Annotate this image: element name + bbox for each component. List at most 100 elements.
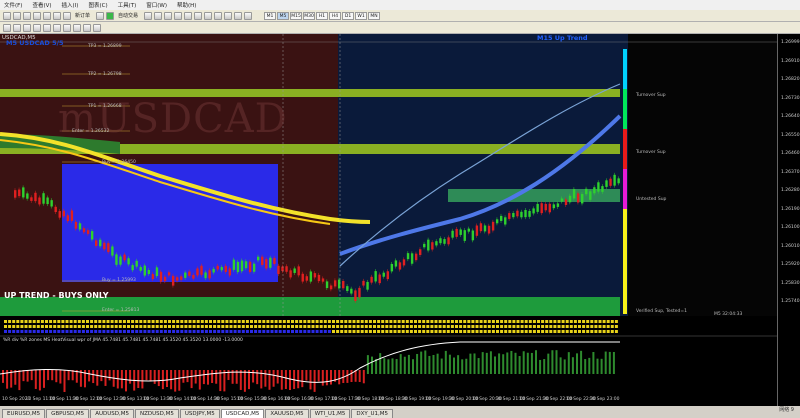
dot-marker: [602, 330, 606, 333]
zoom-in-icon[interactable]: [174, 11, 183, 20]
dot-marker: [340, 325, 344, 328]
vertical-line-icon[interactable]: [23, 23, 31, 32]
chart-tab[interactable]: USDCAD,M5: [220, 409, 265, 418]
timeframe-button[interactable]: D1: [342, 11, 355, 20]
candle: [394, 260, 398, 267]
histogram-bar: [215, 370, 218, 384]
chart-tab[interactable]: WTI_U1,M5: [309, 409, 351, 418]
candle: [281, 266, 284, 271]
chart-tab[interactable]: XAUUSD,M5: [265, 409, 309, 418]
dot-marker: [28, 330, 32, 333]
dot-marker: [278, 320, 282, 323]
metaeditor-icon[interactable]: [96, 11, 105, 20]
arrow-tool-icon[interactable]: [93, 23, 101, 32]
candlestick-icon[interactable]: [154, 11, 163, 20]
candle: [516, 210, 519, 217]
price-tick-label: 1.25920: [781, 262, 800, 267]
terminal-icon[interactable]: [43, 11, 51, 20]
dot-marker: [561, 325, 565, 328]
dot-marker: [442, 325, 446, 328]
menu-item[interactable]: 图表(C): [88, 1, 107, 9]
histogram-bar: [153, 370, 156, 384]
dot-marker: [45, 330, 48, 333]
profiles-icon[interactable]: [13, 11, 21, 20]
candle: [18, 189, 21, 197]
price-scale[interactable]: 1.26999 1.26910 1.26820 1.26730 1.26640 1.265…: [777, 34, 800, 406]
chart-tab[interactable]: DXY_U1,M5: [351, 409, 394, 418]
histogram-bar: [346, 370, 349, 383]
candle: [180, 276, 183, 280]
histogram-bar: [596, 358, 599, 374]
channel-icon[interactable]: [53, 23, 61, 32]
chart-tab[interactable]: GBPUSD,M5: [46, 409, 90, 418]
navigator-icon[interactable]: [33, 11, 41, 20]
timeframe-button[interactable]: M15: [290, 11, 303, 20]
candle: [552, 204, 556, 209]
menu-item[interactable]: 帮助(H): [177, 1, 196, 9]
timeframe-button[interactable]: M5: [277, 11, 290, 20]
histogram-bar: [256, 370, 259, 385]
menu-item[interactable]: 工具(T): [118, 1, 137, 9]
dot-marker: [381, 330, 385, 333]
dot-marker: [549, 330, 553, 333]
menu-item[interactable]: 窗口(W): [146, 1, 167, 9]
candle: [431, 242, 434, 250]
dot-marker: [16, 325, 20, 328]
chart-window[interactable]: USDCAD,M5 M5 USDCAD 5/5 mUSDCAD M15 Up T…: [0, 34, 800, 406]
label-tool-icon[interactable]: [83, 23, 91, 32]
text-tool-icon[interactable]: [73, 23, 81, 32]
dot-marker: [278, 325, 282, 328]
chart-shift-icon[interactable]: [214, 11, 223, 20]
crosshair-icon[interactable]: [13, 23, 21, 32]
zoom-out-icon[interactable]: [184, 11, 193, 20]
histogram-bar: [252, 370, 255, 383]
dot-marker: [459, 320, 463, 323]
dot-marker: [606, 320, 610, 323]
dot-marker: [102, 320, 106, 323]
menu-item[interactable]: 插入(I): [62, 1, 79, 9]
autoscroll-icon[interactable]: [204, 11, 213, 20]
chart-tab[interactable]: EURUSD,M5: [2, 409, 46, 418]
menu-item[interactable]: 查看(V): [32, 1, 51, 9]
dot-marker: [573, 330, 577, 333]
dot-marker: [286, 320, 290, 323]
price-tick-label: 1.26100: [781, 225, 800, 230]
dot-marker: [401, 325, 405, 328]
indicators-icon[interactable]: [224, 11, 233, 20]
price-chart[interactable]: [0, 34, 777, 406]
dot-marker: [532, 320, 536, 323]
timeframe-button[interactable]: M1: [264, 11, 277, 20]
new-chart-icon[interactable]: [3, 11, 11, 20]
menu-item[interactable]: 文件(F): [4, 1, 22, 9]
new-order-button[interactable]: 新订单: [75, 12, 90, 19]
auto-trade-button[interactable]: 自动交易: [118, 12, 138, 19]
dot-marker: [373, 325, 376, 328]
dot-marker: [336, 330, 340, 333]
market-watch-icon[interactable]: [23, 11, 31, 20]
timeframe-button[interactable]: H1: [316, 11, 329, 20]
bar-chart-icon[interactable]: [144, 11, 153, 20]
dot-marker: [163, 325, 167, 328]
dot-marker: [327, 320, 331, 323]
chart-tab[interactable]: USDJPY,M5: [179, 409, 220, 418]
fibonacci-icon[interactable]: [63, 23, 71, 32]
periods-icon[interactable]: [234, 11, 243, 20]
horizontal-line-icon[interactable]: [33, 23, 41, 32]
timeframe-button[interactable]: W1: [355, 11, 368, 20]
timeframe-button[interactable]: MN: [368, 11, 381, 20]
candle: [309, 271, 313, 282]
strategy-tester-icon[interactable]: [53, 11, 61, 20]
new-order-icon[interactable]: [63, 11, 71, 20]
templates-icon[interactable]: [244, 11, 253, 20]
tile-windows-icon[interactable]: [194, 11, 203, 20]
cursor-icon[interactable]: [3, 23, 11, 32]
timeframe-button[interactable]: M30: [303, 11, 316, 20]
line-chart-icon[interactable]: [164, 11, 173, 20]
chart-tab[interactable]: NZDUSD,M5: [134, 409, 179, 418]
dot-marker: [614, 325, 618, 328]
trendline-icon[interactable]: [43, 23, 51, 32]
chart-tab[interactable]: AUDUSD,M5: [90, 409, 134, 418]
histogram-bar: [30, 370, 33, 381]
auto-trade-icon[interactable]: [106, 11, 115, 20]
timeframe-button[interactable]: H4: [329, 11, 342, 20]
